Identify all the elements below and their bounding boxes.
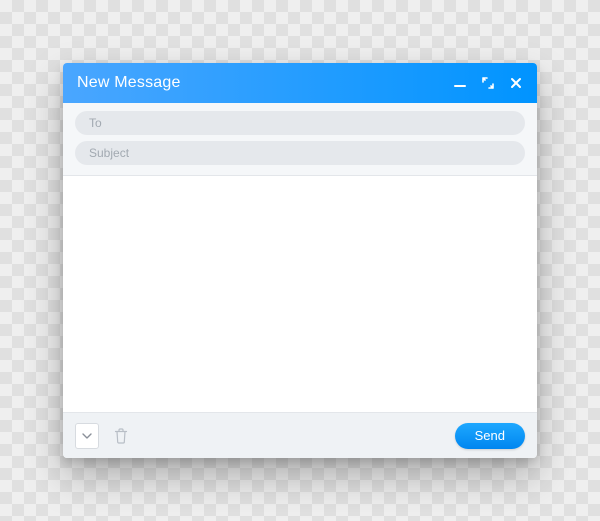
- expand-button[interactable]: [481, 76, 495, 90]
- trash-icon: [114, 428, 128, 444]
- subject-field[interactable]: [75, 141, 525, 165]
- expand-icon: [482, 77, 494, 89]
- close-icon: [510, 77, 522, 89]
- minimize-icon: [454, 77, 466, 89]
- window-title: New Message: [77, 74, 453, 92]
- close-button[interactable]: [509, 76, 523, 90]
- more-options-button[interactable]: [75, 423, 99, 449]
- compose-footer: Send: [63, 412, 537, 458]
- to-field[interactable]: [75, 111, 525, 135]
- send-button[interactable]: Send: [455, 423, 525, 449]
- discard-button[interactable]: [111, 426, 131, 446]
- chevron-down-icon: [82, 431, 92, 441]
- header-fields: [63, 103, 537, 176]
- title-bar: New Message: [63, 63, 537, 103]
- compose-window: New Message: [63, 63, 537, 458]
- minimize-button[interactable]: [453, 76, 467, 90]
- message-body[interactable]: [63, 176, 537, 412]
- window-controls: [453, 76, 523, 90]
